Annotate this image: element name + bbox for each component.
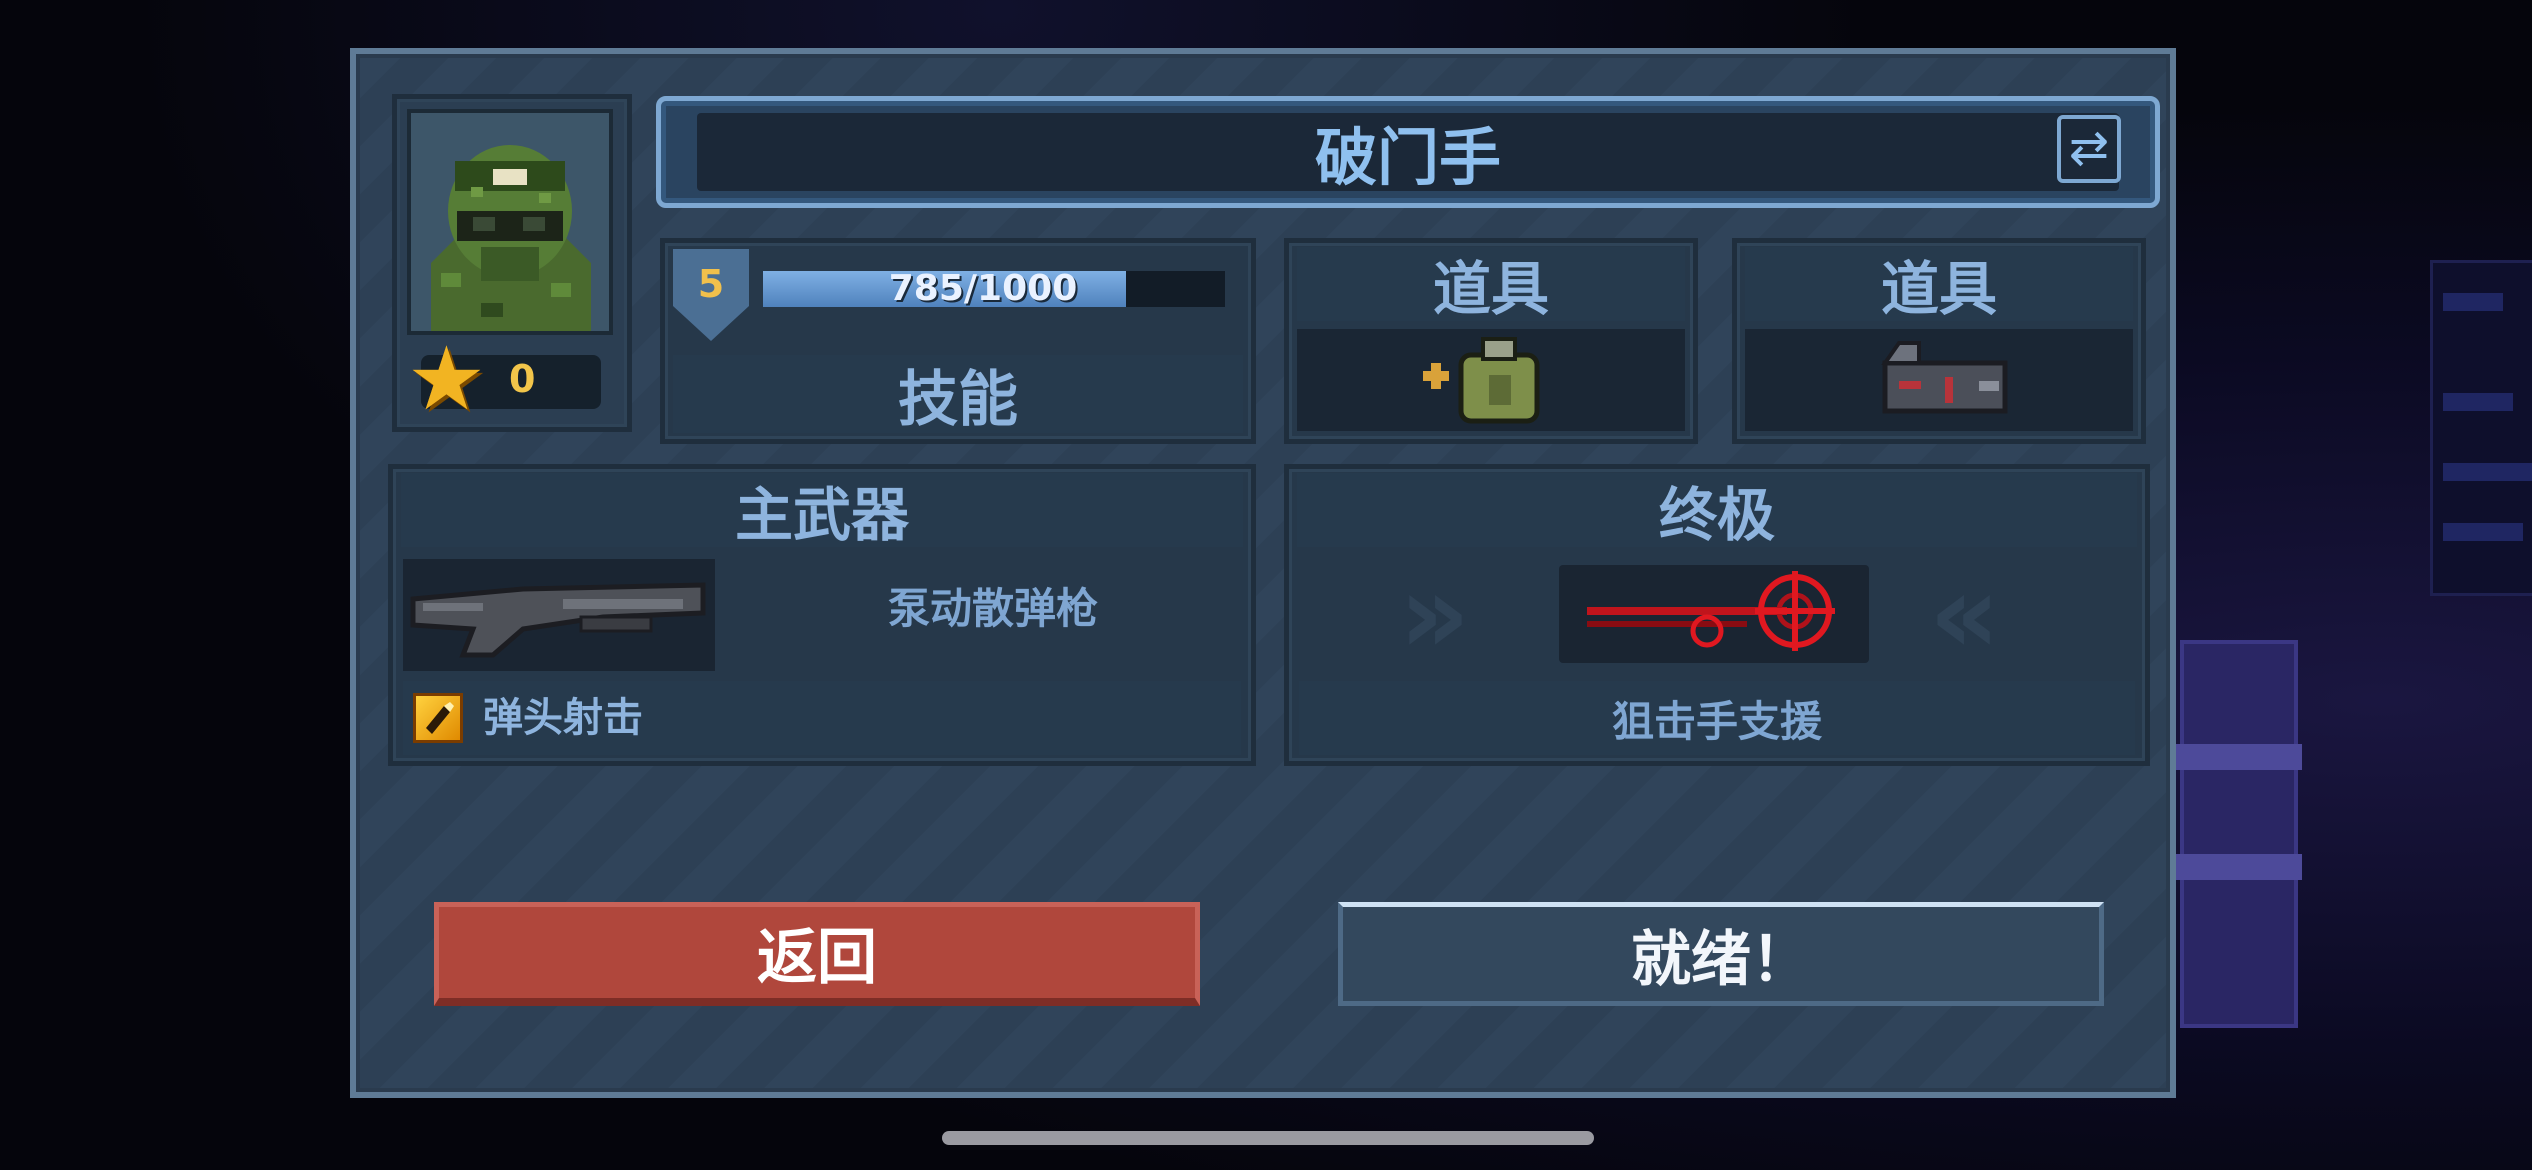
ultimate-image-box bbox=[1559, 565, 1869, 663]
character-portrait bbox=[407, 109, 613, 335]
portrait-card: ★ 0 bbox=[392, 94, 632, 432]
skill-button[interactable]: 技能 bbox=[673, 355, 1243, 435]
chevron-left-icon: « bbox=[1929, 550, 2000, 678]
shotgun-icon bbox=[410, 582, 706, 658]
weapon-perk-row: 弹头射击 bbox=[403, 681, 1241, 755]
weapon-perk-label: 弹头射击 bbox=[483, 695, 643, 741]
level-badge: 5 bbox=[673, 249, 749, 341]
ultimate-card[interactable]: 终极 » « 狙击手支援 bbox=[1284, 464, 2150, 766]
character-name-bar: 破门手 ⇄ bbox=[656, 96, 2160, 208]
weapon-name: 泵动散弹枪 bbox=[887, 584, 1098, 633]
background-wall-panel bbox=[2430, 260, 2532, 596]
item-slot-1-box bbox=[1297, 329, 1685, 431]
ready-button[interactable]: 就绪！ bbox=[1338, 902, 2104, 1006]
item-slot-1-title: 道具 bbox=[1297, 247, 1685, 323]
character-name: 破门手 bbox=[697, 113, 2119, 194]
background-machine bbox=[2176, 640, 2302, 1028]
swap-icon: ⇄ bbox=[2068, 120, 2110, 176]
chevron-right-icon: » bbox=[1399, 550, 1470, 678]
item-slot-2-box bbox=[1745, 329, 2133, 431]
item-slot-2[interactable]: 道具 bbox=[1732, 238, 2146, 444]
swap-character-button[interactable]: ⇄ bbox=[2057, 115, 2121, 183]
bullet-perk-icon bbox=[413, 693, 463, 743]
back-button[interactable]: 返回 bbox=[434, 902, 1200, 1006]
skill-label: 技能 bbox=[898, 364, 1018, 435]
ultimate-title: 终极 bbox=[1297, 473, 2137, 549]
item-slot-1[interactable]: 道具 bbox=[1284, 238, 1698, 444]
star-count: 0 bbox=[509, 357, 536, 401]
item-slot-2-title: 道具 bbox=[1745, 247, 2133, 323]
level-number: 5 bbox=[697, 262, 725, 306]
back-button-label: 返回 bbox=[757, 923, 877, 993]
primary-weapon-card[interactable]: 主武器 泵动散弹枪 弹头射击 bbox=[388, 464, 1256, 766]
level-skill-card: 5 785/1000 技能 bbox=[660, 238, 1256, 444]
grenade-pack-icon bbox=[1423, 337, 1540, 424]
xp-text: 785/1000 bbox=[888, 268, 1078, 309]
loadout-panel: ★ 0 破门手 ⇄ 5 785/1000 技能 道具 道具 主武器 泵动散弹枪 … bbox=[350, 48, 2176, 1098]
ultimate-name: 狙击手支援 bbox=[1299, 681, 2135, 755]
home-indicator[interactable] bbox=[942, 1131, 1594, 1145]
sniper-crosshair-icon bbox=[1587, 571, 1835, 651]
xp-bar: 785/1000 bbox=[763, 271, 1225, 307]
star-icon: ★ bbox=[407, 327, 486, 430]
ammo-clip-icon bbox=[1881, 341, 2008, 414]
ready-button-label: 就绪！ bbox=[1631, 924, 1811, 995]
primary-weapon-title: 主武器 bbox=[401, 473, 1243, 549]
weapon-image-box bbox=[403, 559, 715, 671]
